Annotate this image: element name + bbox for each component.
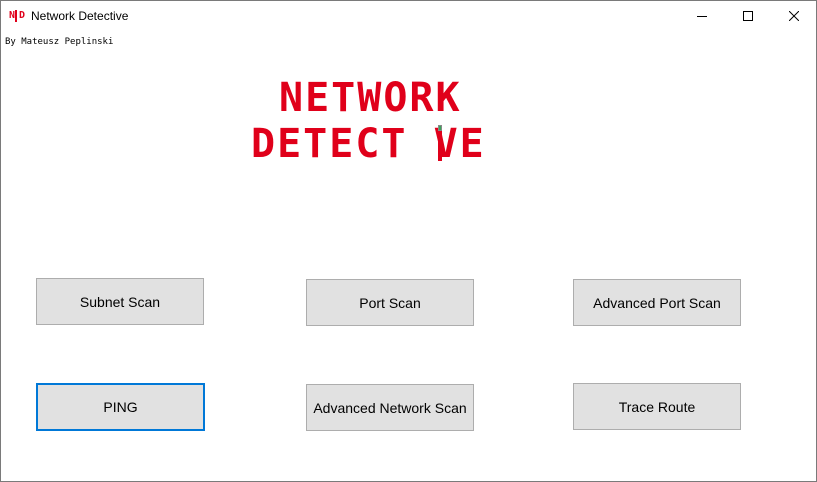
author-label: By Mateusz Peplinski	[5, 37, 114, 47]
app-logo-icon: N D	[9, 10, 25, 22]
ping-button[interactable]: PING	[36, 383, 205, 431]
window-title: Network Detective	[31, 9, 129, 23]
port-scan-button[interactable]: Port Scan	[306, 279, 474, 326]
logo-line-2: DETECT VE	[251, 121, 486, 167]
logo-line-1: NETWORK	[279, 75, 462, 121]
trace-route-button[interactable]: Trace Route	[573, 383, 741, 430]
probe-icon	[438, 125, 442, 161]
close-button[interactable]	[771, 1, 816, 31]
app-window: N D Network Detective By Mateusz Peplins…	[0, 0, 817, 482]
subnet-scan-button[interactable]: Subnet Scan	[36, 278, 204, 325]
advanced-network-scan-button[interactable]: Advanced Network Scan	[306, 384, 474, 431]
minimize-icon	[697, 16, 707, 17]
close-icon	[789, 11, 799, 21]
maximize-button[interactable]	[725, 1, 771, 31]
minimize-button[interactable]	[679, 1, 725, 31]
maximize-icon	[743, 11, 753, 21]
title-bar[interactable]: N D Network Detective	[1, 1, 816, 31]
advanced-port-scan-button[interactable]: Advanced Port Scan	[573, 279, 741, 326]
